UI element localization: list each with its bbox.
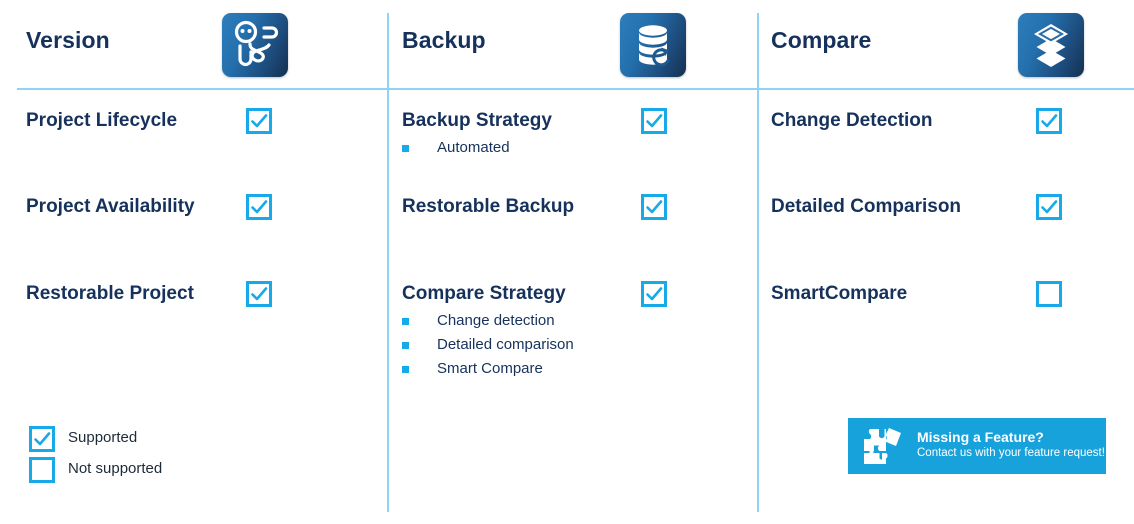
banner-subtitle: Contact us with your feature request! <box>917 447 1105 459</box>
checkbox-supported[interactable] <box>1036 194 1062 220</box>
row-label: Project Availability <box>26 196 195 217</box>
bullet-square-icon <box>402 318 409 325</box>
list-item: Smart Compare <box>402 357 574 381</box>
list-item: Change detection <box>402 309 574 333</box>
column-backup: Backup Backup Strategy Automated Restora… <box>389 0 757 524</box>
column-header-compare: Compare <box>759 0 1134 88</box>
checkbox-supported[interactable] <box>1036 108 1062 134</box>
legend-label-supported: Supported <box>68 429 138 446</box>
feature-comparison-board: Version Project Lifecycle Project Availa… <box>0 0 1134 524</box>
list-item: Detailed comparison <box>402 333 574 357</box>
missing-feature-banner[interactable]: Missing a Feature? Contact us with your … <box>848 418 1106 474</box>
row-label: Project Lifecycle <box>26 110 178 131</box>
sub-item-label: Automated <box>437 139 510 156</box>
sub-item-label: Smart Compare <box>437 360 543 377</box>
column-header-backup: Backup <box>389 0 757 88</box>
puzzle-piece-icon <box>860 425 908 467</box>
bullet-square-icon <box>402 145 409 152</box>
row-label: SmartCompare <box>771 283 908 304</box>
row-label: Compare Strategy <box>402 283 566 304</box>
row-label: Detailed Comparison <box>771 196 962 217</box>
row-label: Restorable Backup <box>402 196 575 217</box>
column-title-backup: Backup <box>402 27 486 53</box>
row-label: Backup Strategy <box>402 110 552 131</box>
checkbox-not-supported[interactable] <box>1036 281 1062 307</box>
row-label: Restorable Project <box>26 283 194 304</box>
list-item: Automated <box>402 136 510 160</box>
database-backup-icon <box>620 13 686 77</box>
banner-title: Missing a Feature? <box>917 429 1044 445</box>
checkbox-supported[interactable] <box>641 194 667 220</box>
column-version: Version Project Lifecycle Project Availa… <box>0 0 387 524</box>
version-tree-icon <box>222 13 288 77</box>
column-title-version: Version <box>26 27 110 53</box>
legend-label-not-supported: Not supported <box>68 460 163 477</box>
sub-list: Automated <box>402 136 510 160</box>
sub-list: Change detection Detailed comparison Sma… <box>402 309 574 381</box>
bullet-square-icon <box>402 366 409 373</box>
sub-item-label: Change detection <box>437 312 555 329</box>
sub-item-label: Detailed comparison <box>437 336 574 353</box>
checkbox-supported[interactable] <box>246 108 272 134</box>
column-title-compare: Compare <box>771 27 872 53</box>
checkbox-supported[interactable] <box>641 281 667 307</box>
checkbox-supported[interactable] <box>641 108 667 134</box>
row-label: Change Detection <box>771 110 933 131</box>
legend-checkbox-supported <box>29 426 55 452</box>
column-header-version: Version <box>0 0 387 88</box>
legend-checkbox-not-supported <box>29 457 55 483</box>
checkbox-supported[interactable] <box>246 194 272 220</box>
layers-stack-icon <box>1018 13 1084 77</box>
banner-text: Missing a Feature? Contact us with your … <box>917 429 1105 461</box>
checkbox-supported[interactable] <box>246 281 272 307</box>
bullet-square-icon <box>402 342 409 349</box>
